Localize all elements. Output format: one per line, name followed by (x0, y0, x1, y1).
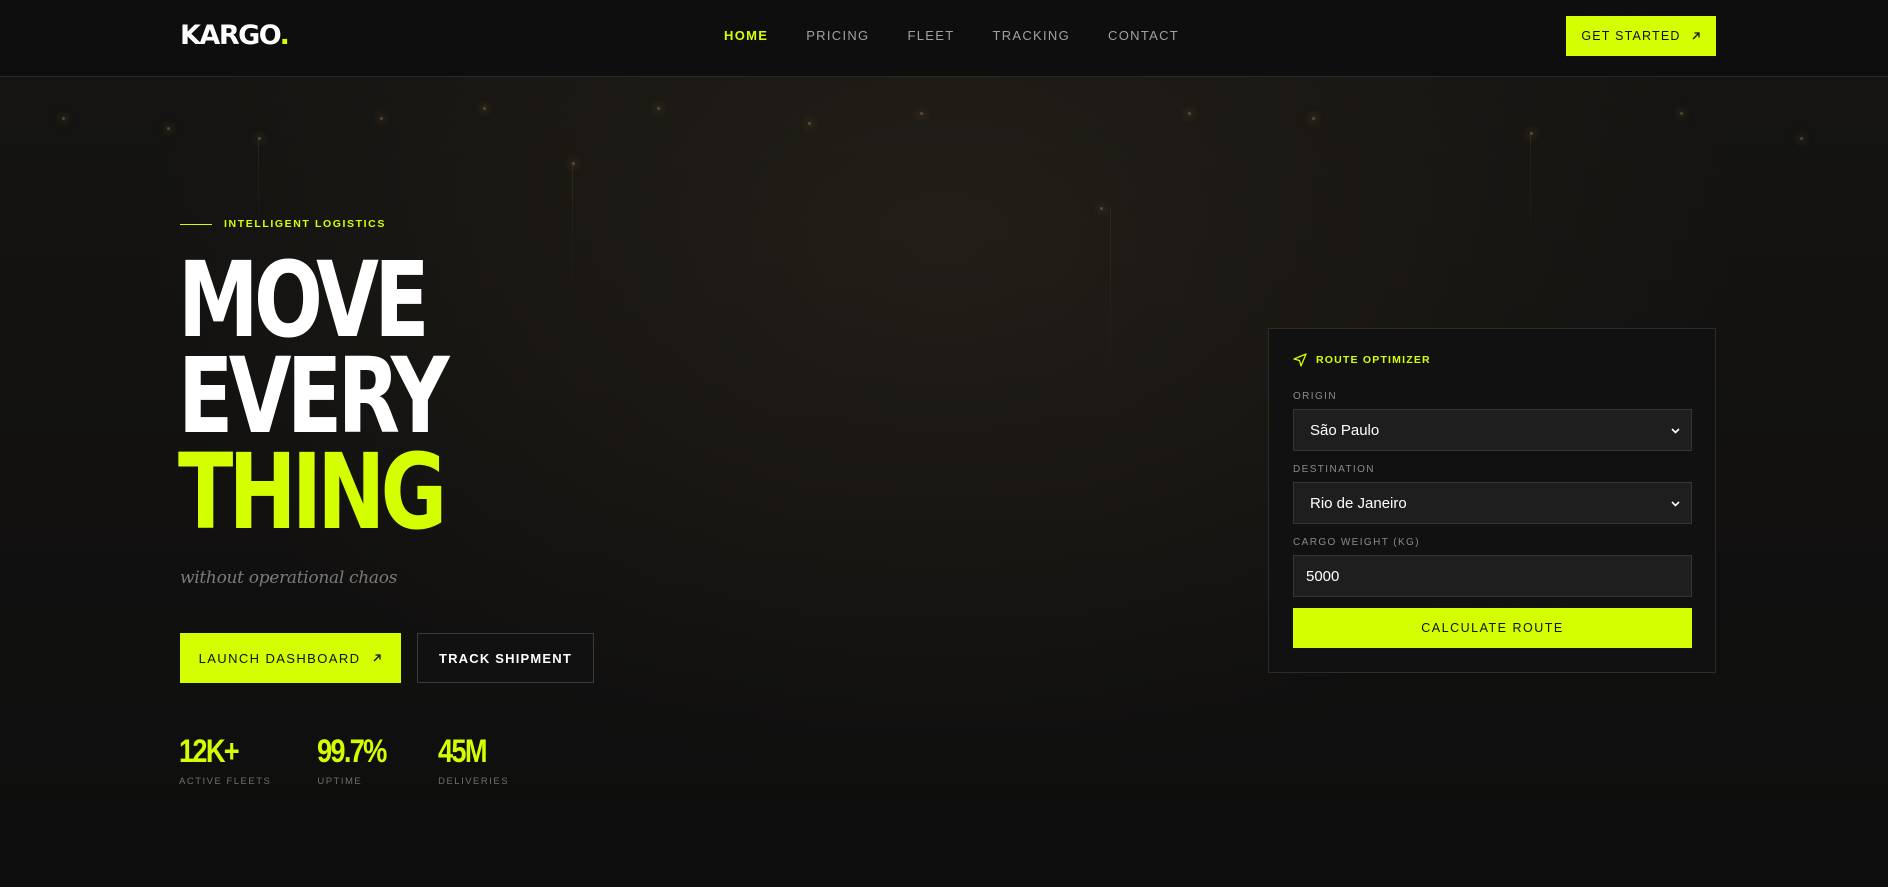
route-optimizer-header: ROUTE OPTIMIZER (1293, 353, 1431, 367)
headline-line-3: THING (178, 431, 447, 553)
background-light (1188, 112, 1191, 115)
nav-contact[interactable]: CONTACT (1108, 28, 1179, 43)
brand-name: KARGO (180, 20, 281, 51)
stat-value: 99.7% (317, 733, 387, 769)
track-shipment-button[interactable]: TRACK SHIPMENT (417, 633, 594, 683)
background-light (380, 117, 383, 120)
eyebrow-text: INTELLIGENT LOGISTICS (224, 218, 386, 230)
background-light (1680, 112, 1683, 115)
hero-eyebrow: INTELLIGENT LOGISTICS (180, 218, 386, 230)
nav-tracking[interactable]: TRACKING (992, 28, 1070, 43)
stats-row: 12K+ ACTIVE FLEETS 99.7% UPTIME 45M DELI… (179, 733, 555, 787)
weight-label: CARGO WEIGHT (KG) (1293, 537, 1420, 548)
track-shipment-label: TRACK SHIPMENT (438, 650, 573, 666)
origin-label: ORIGIN (1293, 391, 1337, 402)
background-light (657, 107, 660, 110)
background-light (1800, 137, 1803, 140)
hero-headline: MOVE EVERY THING (178, 239, 450, 553)
background-light (920, 112, 923, 115)
background-light (483, 107, 486, 110)
stat-label: DELIVERIES (438, 776, 510, 787)
main-menu: HOME PRICING FLEET TRACKING CONTACT (724, 28, 1217, 43)
hero-tagline: without operational chaos (180, 568, 398, 588)
background-light (167, 127, 170, 130)
launch-dashboard-button[interactable]: LAUNCH DASHBOARD (180, 633, 401, 683)
navigation-icon (1293, 353, 1307, 367)
calculate-route-button[interactable]: CALCULATE ROUTE (1293, 608, 1692, 648)
background-pole (1110, 207, 1111, 387)
stat-uptime: 99.7% UPTIME (317, 733, 398, 787)
stat-active-fleets: 12K+ ACTIVE FLEETS (179, 733, 271, 787)
arrow-up-right-icon (373, 654, 382, 662)
background-pole (572, 162, 573, 302)
stat-deliveries: 45M DELIVERIES (438, 733, 509, 787)
nav-home[interactable]: HOME (724, 28, 768, 43)
stat-label: UPTIME (317, 776, 363, 787)
stat-label: ACTIVE FLEETS (179, 776, 272, 787)
nav-fleet[interactable]: FLEET (907, 28, 954, 43)
origin-select[interactable]: São Paulo (1293, 409, 1692, 451)
arrow-up-right-icon (1692, 32, 1700, 40)
headline-line-2: EVERY (178, 335, 450, 457)
headline-line-1: MOVE (178, 239, 430, 361)
brand-logo[interactable]: KARGO. (180, 20, 290, 51)
background-light (62, 117, 65, 120)
calculate-route-label: CALCULATE ROUTE (1421, 621, 1564, 635)
stat-value: 12K+ (179, 733, 240, 769)
destination-value: Rio de Janeiro (1310, 494, 1407, 512)
background-pole (258, 137, 259, 247)
background-pole (1530, 132, 1531, 252)
chevron-down-icon (1671, 428, 1680, 434)
brand-dot: . (279, 20, 290, 51)
route-optimizer-title: ROUTE OPTIMIZER (1316, 354, 1431, 366)
background-light (1100, 207, 1103, 210)
get-started-button[interactable]: GET STARTED (1566, 16, 1716, 56)
get-started-label: GET STARTED (1581, 29, 1681, 43)
background-light (1312, 117, 1315, 120)
weight-value: 5000 (1306, 567, 1340, 585)
chevron-down-icon (1671, 501, 1680, 507)
stat-value: 45M (438, 733, 488, 769)
launch-dashboard-label: LAUNCH DASHBOARD (198, 650, 361, 666)
background-light (808, 122, 811, 125)
top-navigation: KARGO. HOME PRICING FLEET TRACKING CONTA… (0, 0, 1888, 77)
destination-label: DESTINATION (1293, 464, 1375, 475)
route-optimizer-panel: ROUTE OPTIMIZER ORIGIN São Paulo DESTINA… (1268, 328, 1716, 673)
cargo-weight-input[interactable]: 5000 (1293, 555, 1692, 597)
nav-pricing[interactable]: PRICING (806, 28, 869, 43)
destination-select[interactable]: Rio de Janeiro (1293, 482, 1692, 524)
origin-value: São Paulo (1310, 421, 1380, 439)
eyebrow-line (180, 223, 212, 225)
